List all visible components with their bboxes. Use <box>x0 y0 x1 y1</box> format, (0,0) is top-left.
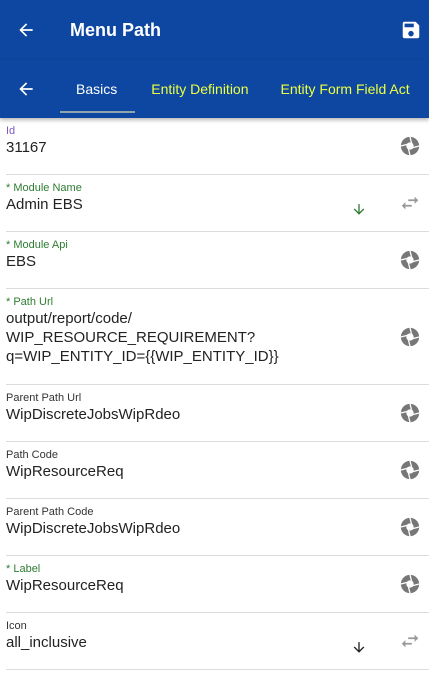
tab-back-arrow-icon[interactable] <box>14 77 38 101</box>
tab-entity-definition[interactable]: Entity Definition <box>135 60 264 118</box>
save-icon[interactable] <box>399 18 423 42</box>
field-label: * Path Url <box>6 296 54 308</box>
field-label: Icon <box>6 620 27 632</box>
shutter-icon[interactable] <box>399 573 421 595</box>
shutter-icon[interactable] <box>399 459 421 481</box>
field-label: Parent Path Url <box>6 392 82 404</box>
back-arrow-icon[interactable] <box>14 18 38 42</box>
field-icon[interactable]: Icon all_inclusive <box>6 613 429 670</box>
tab-entity-form-field-act[interactable]: Entity Form Field Act <box>265 60 426 118</box>
app-bar: Menu Path <box>0 0 429 60</box>
field-path-url[interactable]: * Path Url output/report/code/ WIP_RESOU… <box>6 289 429 385</box>
field-module-name[interactable]: * Module Name Admin EBS <box>6 175 429 232</box>
field-label: * Label <box>6 563 41 575</box>
field-value-line: output/report/code/ <box>6 310 132 327</box>
field-path-code[interactable]: Path Code WipResourceReq <box>6 442 429 499</box>
tab-bar: Basics Entity Definition Entity Form Fie… <box>0 60 429 118</box>
field-value: 31167 <box>6 139 47 156</box>
field-value: EBS <box>6 253 37 270</box>
shutter-icon[interactable] <box>399 135 421 157</box>
field-label-field[interactable]: * Label WipResourceReq <box>6 556 429 613</box>
field-label: Path Code <box>6 449 58 461</box>
field-value: WipResourceReq <box>6 463 124 480</box>
field-value-line: WIP_RESOURCE_REQUIREMENT? <box>6 329 256 346</box>
field-label: * Module Name <box>6 182 82 194</box>
field-label: * Module Api <box>6 239 68 251</box>
tab-basics[interactable]: Basics <box>60 60 136 118</box>
field-parent-path-code[interactable]: Parent Path Code WipDiscreteJobsWipRdeo <box>6 499 429 556</box>
swap-icon[interactable] <box>399 192 421 214</box>
shutter-icon[interactable] <box>399 249 421 271</box>
shutter-icon[interactable] <box>399 516 421 538</box>
field-parent-path-url[interactable]: Parent Path Url WipDiscreteJobsWipRdeo <box>6 385 429 442</box>
field-value: WipDiscreteJobsWipRdeo <box>6 520 181 537</box>
swap-icon[interactable] <box>399 630 421 652</box>
shutter-icon[interactable] <box>399 402 421 424</box>
field-module-api[interactable]: * Module Api EBS <box>6 232 429 289</box>
form: Id 31167 * Module Name Admin EBS * Modul… <box>0 118 429 670</box>
field-id[interactable]: Id 31167 <box>6 118 429 175</box>
field-label: Parent Path Code <box>6 506 94 518</box>
field-value: WipResourceReq <box>6 577 124 594</box>
field-label: Id <box>6 125 16 137</box>
field-value: WipDiscreteJobsWipRdeo <box>6 406 181 423</box>
shutter-icon[interactable] <box>399 326 421 348</box>
arrow-down-icon[interactable] <box>351 639 367 655</box>
arrow-down-icon[interactable] <box>351 201 367 217</box>
field-value-line: q=WIP_ENTITY_ID={{WIP_ENTITY_ID}} <box>6 348 279 365</box>
page-title: Menu Path <box>70 19 162 40</box>
